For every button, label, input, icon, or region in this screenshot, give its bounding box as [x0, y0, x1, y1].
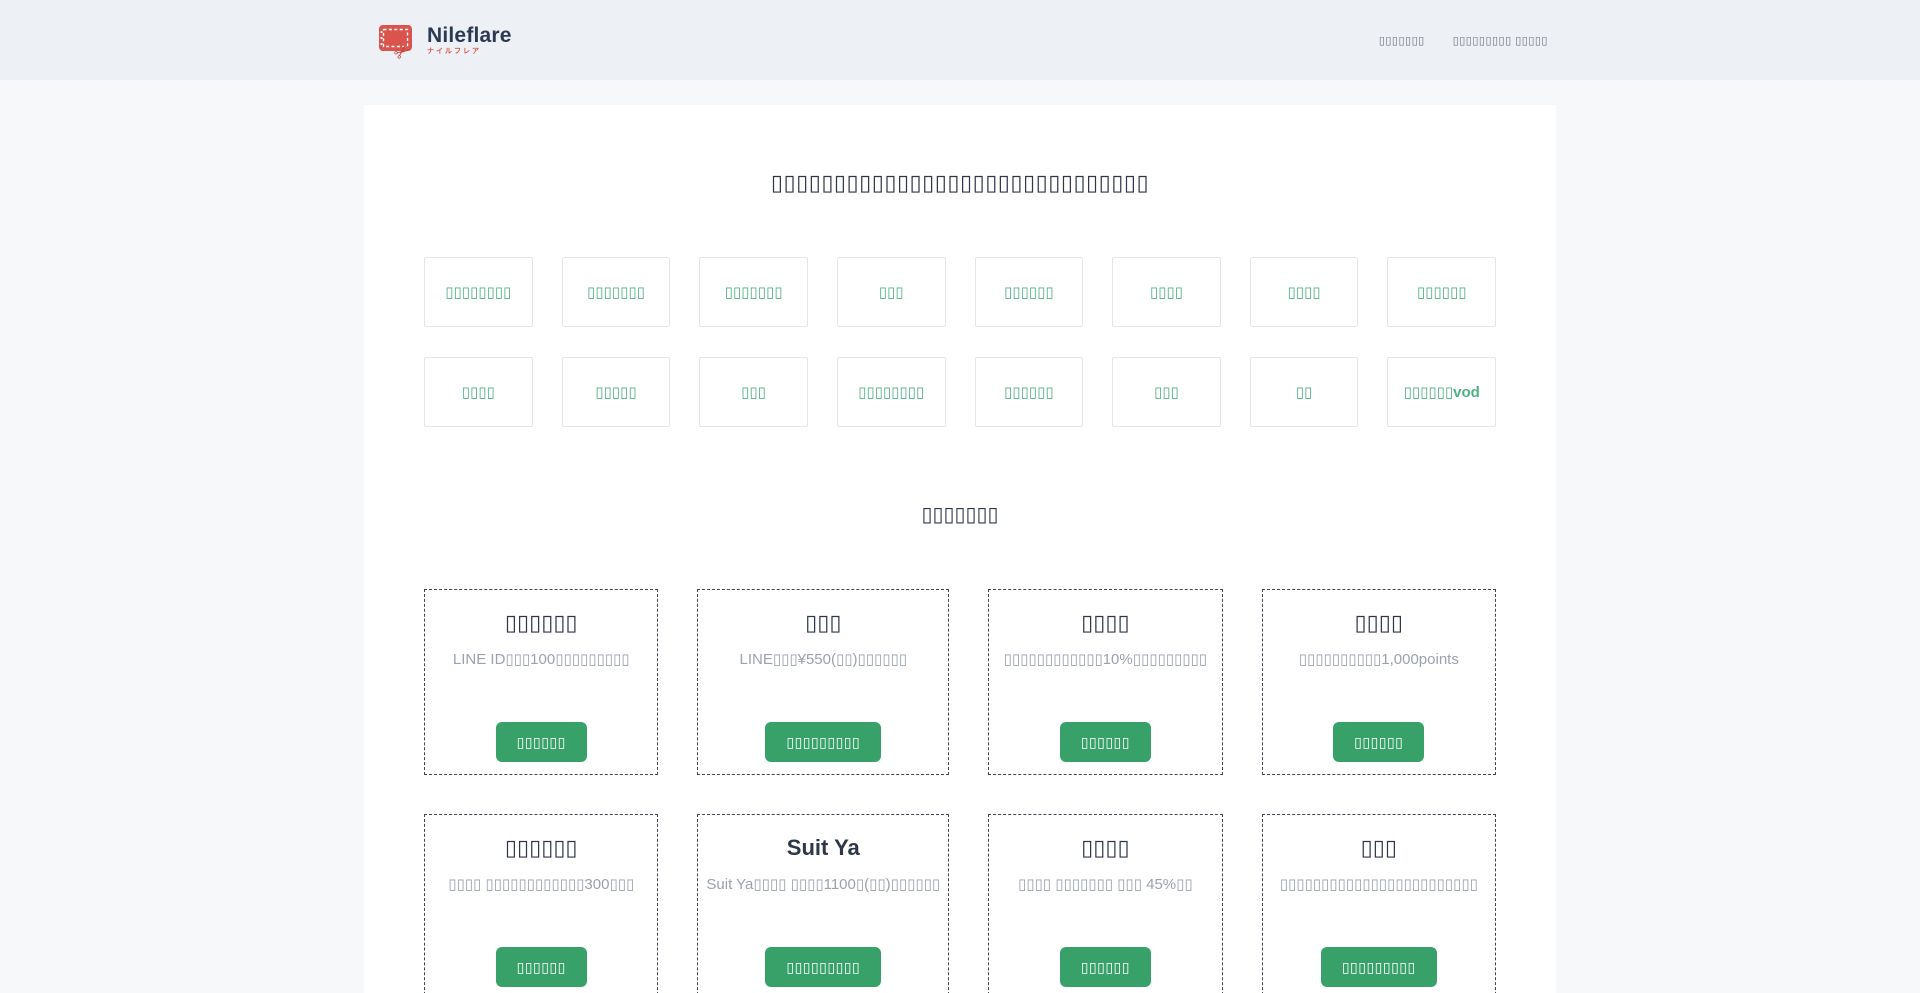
coupon-card: ▯▯▯▯ ▯▯▯▯▯▯▯▯▯▯1,000points ▯▯▯▯▯▯ — [1262, 589, 1496, 775]
category-button-15[interactable]: ▯▯ — [1250, 357, 1359, 427]
coupon-grid: ▯▯▯▯▯▯ LINE ID▯▯▯100▯▯▯▯▯▯▯▯▯ ▯▯▯▯▯▯ ▯▯▯… — [364, 589, 1556, 993]
coupon-title: ▯▯▯▯▯▯ — [505, 834, 578, 862]
coupon-card: ▯▯▯▯ ▯▯▯▯ ▯▯▯▯▯▯▯ ▯▯▯ 45%▯▯ ▯▯▯▯▯▯ — [988, 814, 1222, 993]
coupon-button[interactable]: ▯▯▯▯▯▯▯▯▯ — [765, 947, 881, 987]
main-content: ▯▯▯▯▯▯▯▯▯▯▯▯▯▯▯▯▯▯▯▯▯▯▯▯▯▯▯▯▯▯ ▯▯▯▯▯▯▯▯ … — [364, 105, 1556, 993]
header: ✂ Nileflare ナイルフレア ▯▯▯▯▯▯▯ ▯▯▯▯▯▯▯▯▯ ▯▯▯… — [0, 0, 1920, 80]
page-title: ▯▯▯▯▯▯▯▯▯▯▯▯▯▯▯▯▯▯▯▯▯▯▯▯▯▯▯▯▯▯ — [364, 169, 1556, 197]
category-button-5[interactable]: ▯▯▯▯▯▯ — [975, 257, 1084, 327]
category-button-11[interactable]: ▯▯▯ — [699, 357, 808, 427]
coupon-button[interactable]: ▯▯▯▯▯▯▯▯▯ — [1321, 947, 1437, 987]
coupon-description: ▯▯▯▯ ▯▯▯▯▯▯▯▯▯▯▯▯300▯▯▯ — [448, 875, 634, 894]
category-button-7[interactable]: ▯▯▯▯ — [1250, 257, 1359, 327]
coupon-description: ▯▯▯▯▯▯▯▯▯▯▯▯10%▯▯▯▯▯▯▯▯▯ — [1004, 650, 1207, 669]
coupon-description: ▯▯▯▯▯▯▯▯▯▯▯▯▯▯▯▯▯▯▯▯▯▯▯▯ — [1280, 875, 1478, 894]
category-grid: ▯▯▯▯▯▯▯▯ ▯▯▯▯▯▯▯ ▯▯▯▯▯▯▯ ▯▯▯ ▯▯▯▯▯▯ ▯▯▯▯… — [364, 257, 1556, 427]
category-button-12[interactable]: ▯▯▯▯▯▯▯▯ — [837, 357, 946, 427]
coupon-title: ▯▯▯▯ — [1355, 609, 1403, 637]
coupon-card: ▯▯▯ LINE▯▯▯¥550(▯▯)▯▯▯▯▯▯ ▯▯▯▯▯▯▯▯▯ — [697, 589, 949, 775]
coupon-description: ▯▯▯▯▯▯▯▯▯▯1,000points — [1299, 650, 1459, 669]
coupon-title: ▯▯▯ — [805, 609, 841, 637]
coupon-button[interactable]: ▯▯▯▯▯▯ — [496, 722, 587, 762]
coupon-button[interactable]: ▯▯▯▯▯▯ — [496, 947, 587, 987]
category-button-13[interactable]: ▯▯▯▯▯▯ — [975, 357, 1084, 427]
category-button-3[interactable]: ▯▯▯▯▯▯▯ — [699, 257, 808, 327]
coupon-description: LINE▯▯▯¥550(▯▯)▯▯▯▯▯▯ — [740, 650, 908, 669]
coupon-button[interactable]: ▯▯▯▯▯▯▯▯▯ — [765, 722, 881, 762]
category-button-1[interactable]: ▯▯▯▯▯▯▯▯ — [424, 257, 533, 327]
coupon-description: LINE ID▯▯▯100▯▯▯▯▯▯▯▯▯ — [453, 650, 630, 669]
main-nav: ▯▯▯▯▯▯▯ ▯▯▯▯▯▯▯▯▯ ▯▯▯▯▯ — [1379, 34, 1548, 47]
coupon-card: ▯▯▯▯▯▯ ▯▯▯▯ ▯▯▯▯▯▯▯▯▯▯▯▯300▯▯▯ ▯▯▯▯▯▯ — [424, 814, 658, 993]
category-button-4[interactable]: ▯▯▯ — [837, 257, 946, 327]
category-button-16-vod[interactable]: ▯▯▯▯▯▯vod — [1387, 357, 1496, 427]
coupon-title: ▯▯▯▯ — [1081, 834, 1129, 862]
coupon-button[interactable]: ▯▯▯▯▯▯ — [1060, 722, 1151, 762]
coupon-title: ▯▯▯▯ — [1081, 609, 1129, 637]
category-button-10[interactable]: ▯▯▯▯▯ — [562, 357, 671, 427]
nav-link-contact[interactable]: ▯▯▯▯▯▯▯▯▯ ▯▯▯▯▯ — [1453, 34, 1548, 47]
brand-subtitle: ナイルフレア — [427, 48, 512, 55]
coupon-title: ▯▯▯▯▯▯ — [505, 609, 578, 637]
category-button-9[interactable]: ▯▯▯▯ — [424, 357, 533, 427]
ticket-scissors-icon: ✂ — [378, 21, 420, 59]
coupon-title: Suit Ya — [787, 834, 860, 862]
brand-name: Nileflare — [427, 25, 512, 46]
category-button-2[interactable]: ▯▯▯▯▯▯▯ — [562, 257, 671, 327]
category-button-6[interactable]: ▯▯▯▯ — [1112, 257, 1221, 327]
coupon-title: ▯▯▯ — [1361, 834, 1397, 862]
category-button-8[interactable]: ▯▯▯▯▯▯ — [1387, 257, 1496, 327]
coupon-card-suit-ya: Suit Ya Suit Ya▯▯▯▯ ▯▯▯▯1100▯(▯▯)▯▯▯▯▯▯ … — [697, 814, 949, 993]
coupon-card: ▯▯▯▯ ▯▯▯▯▯▯▯▯▯▯▯▯10%▯▯▯▯▯▯▯▯▯ ▯▯▯▯▯▯ — [988, 589, 1222, 775]
coupon-description: Suit Ya▯▯▯▯ ▯▯▯▯1100▯(▯▯)▯▯▯▯▯▯ — [706, 875, 940, 894]
category-button-14[interactable]: ▯▯▯ — [1112, 357, 1221, 427]
coupon-card: ▯▯▯ ▯▯▯▯▯▯▯▯▯▯▯▯▯▯▯▯▯▯▯▯▯▯▯▯ ▯▯▯▯▯▯▯▯▯ — [1262, 814, 1496, 993]
coupon-button[interactable]: ▯▯▯▯▯▯ — [1333, 722, 1424, 762]
section-title: ▯▯▯▯▯▯▯ — [364, 503, 1556, 528]
coupon-description: ▯▯▯▯ ▯▯▯▯▯▯▯ ▯▯▯ 45%▯▯ — [1018, 875, 1193, 894]
logo[interactable]: ✂ Nileflare ナイルフレア — [378, 21, 512, 59]
coupon-button[interactable]: ▯▯▯▯▯▯ — [1060, 947, 1151, 987]
coupon-card: ▯▯▯▯▯▯ LINE ID▯▯▯100▯▯▯▯▯▯▯▯▯ ▯▯▯▯▯▯ — [424, 589, 658, 775]
nav-link-coupons[interactable]: ▯▯▯▯▯▯▯ — [1379, 34, 1425, 47]
